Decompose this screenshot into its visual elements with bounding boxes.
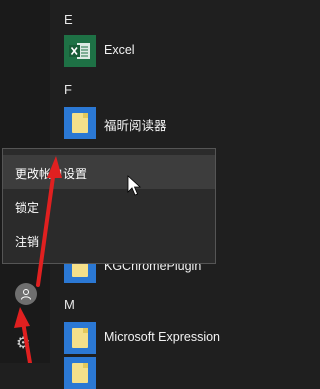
folder-icon [64, 357, 96, 389]
user-avatar-icon[interactable] [15, 283, 37, 305]
menu-item-label: 注销 [15, 235, 40, 249]
section-letter-m[interactable]: M [64, 297, 75, 312]
folder-icon [64, 107, 96, 139]
app-excel[interactable]: Excel [64, 35, 254, 67]
account-context-menu: 更改帐户设置 锁定 注销 [2, 148, 216, 264]
menu-item-change-account-settings[interactable]: 更改帐户设置 [3, 155, 215, 189]
menu-item-lock[interactable]: 锁定 [3, 189, 215, 223]
app-label: Excel [104, 43, 135, 57]
gear-icon[interactable]: ⚙ [16, 333, 30, 353]
menu-item-label: 更改帐户设置 [15, 167, 88, 181]
section-letter-f[interactable]: F [64, 82, 72, 97]
excel-icon [64, 35, 96, 67]
app-label: 福昕阅读器 [104, 119, 167, 133]
menu-item-label: 锁定 [15, 201, 40, 215]
menu-item-sign-out[interactable]: 注销 [3, 223, 215, 257]
app-label: Microsoft Expression [104, 330, 221, 344]
app-partial[interactable] [64, 357, 254, 389]
app-microsoft-expression[interactable]: Microsoft Expression [64, 322, 254, 354]
section-letter-e[interactable]: E [64, 12, 73, 27]
app-foxit-reader[interactable]: 福昕阅读器 [64, 107, 254, 139]
folder-icon [64, 322, 96, 354]
